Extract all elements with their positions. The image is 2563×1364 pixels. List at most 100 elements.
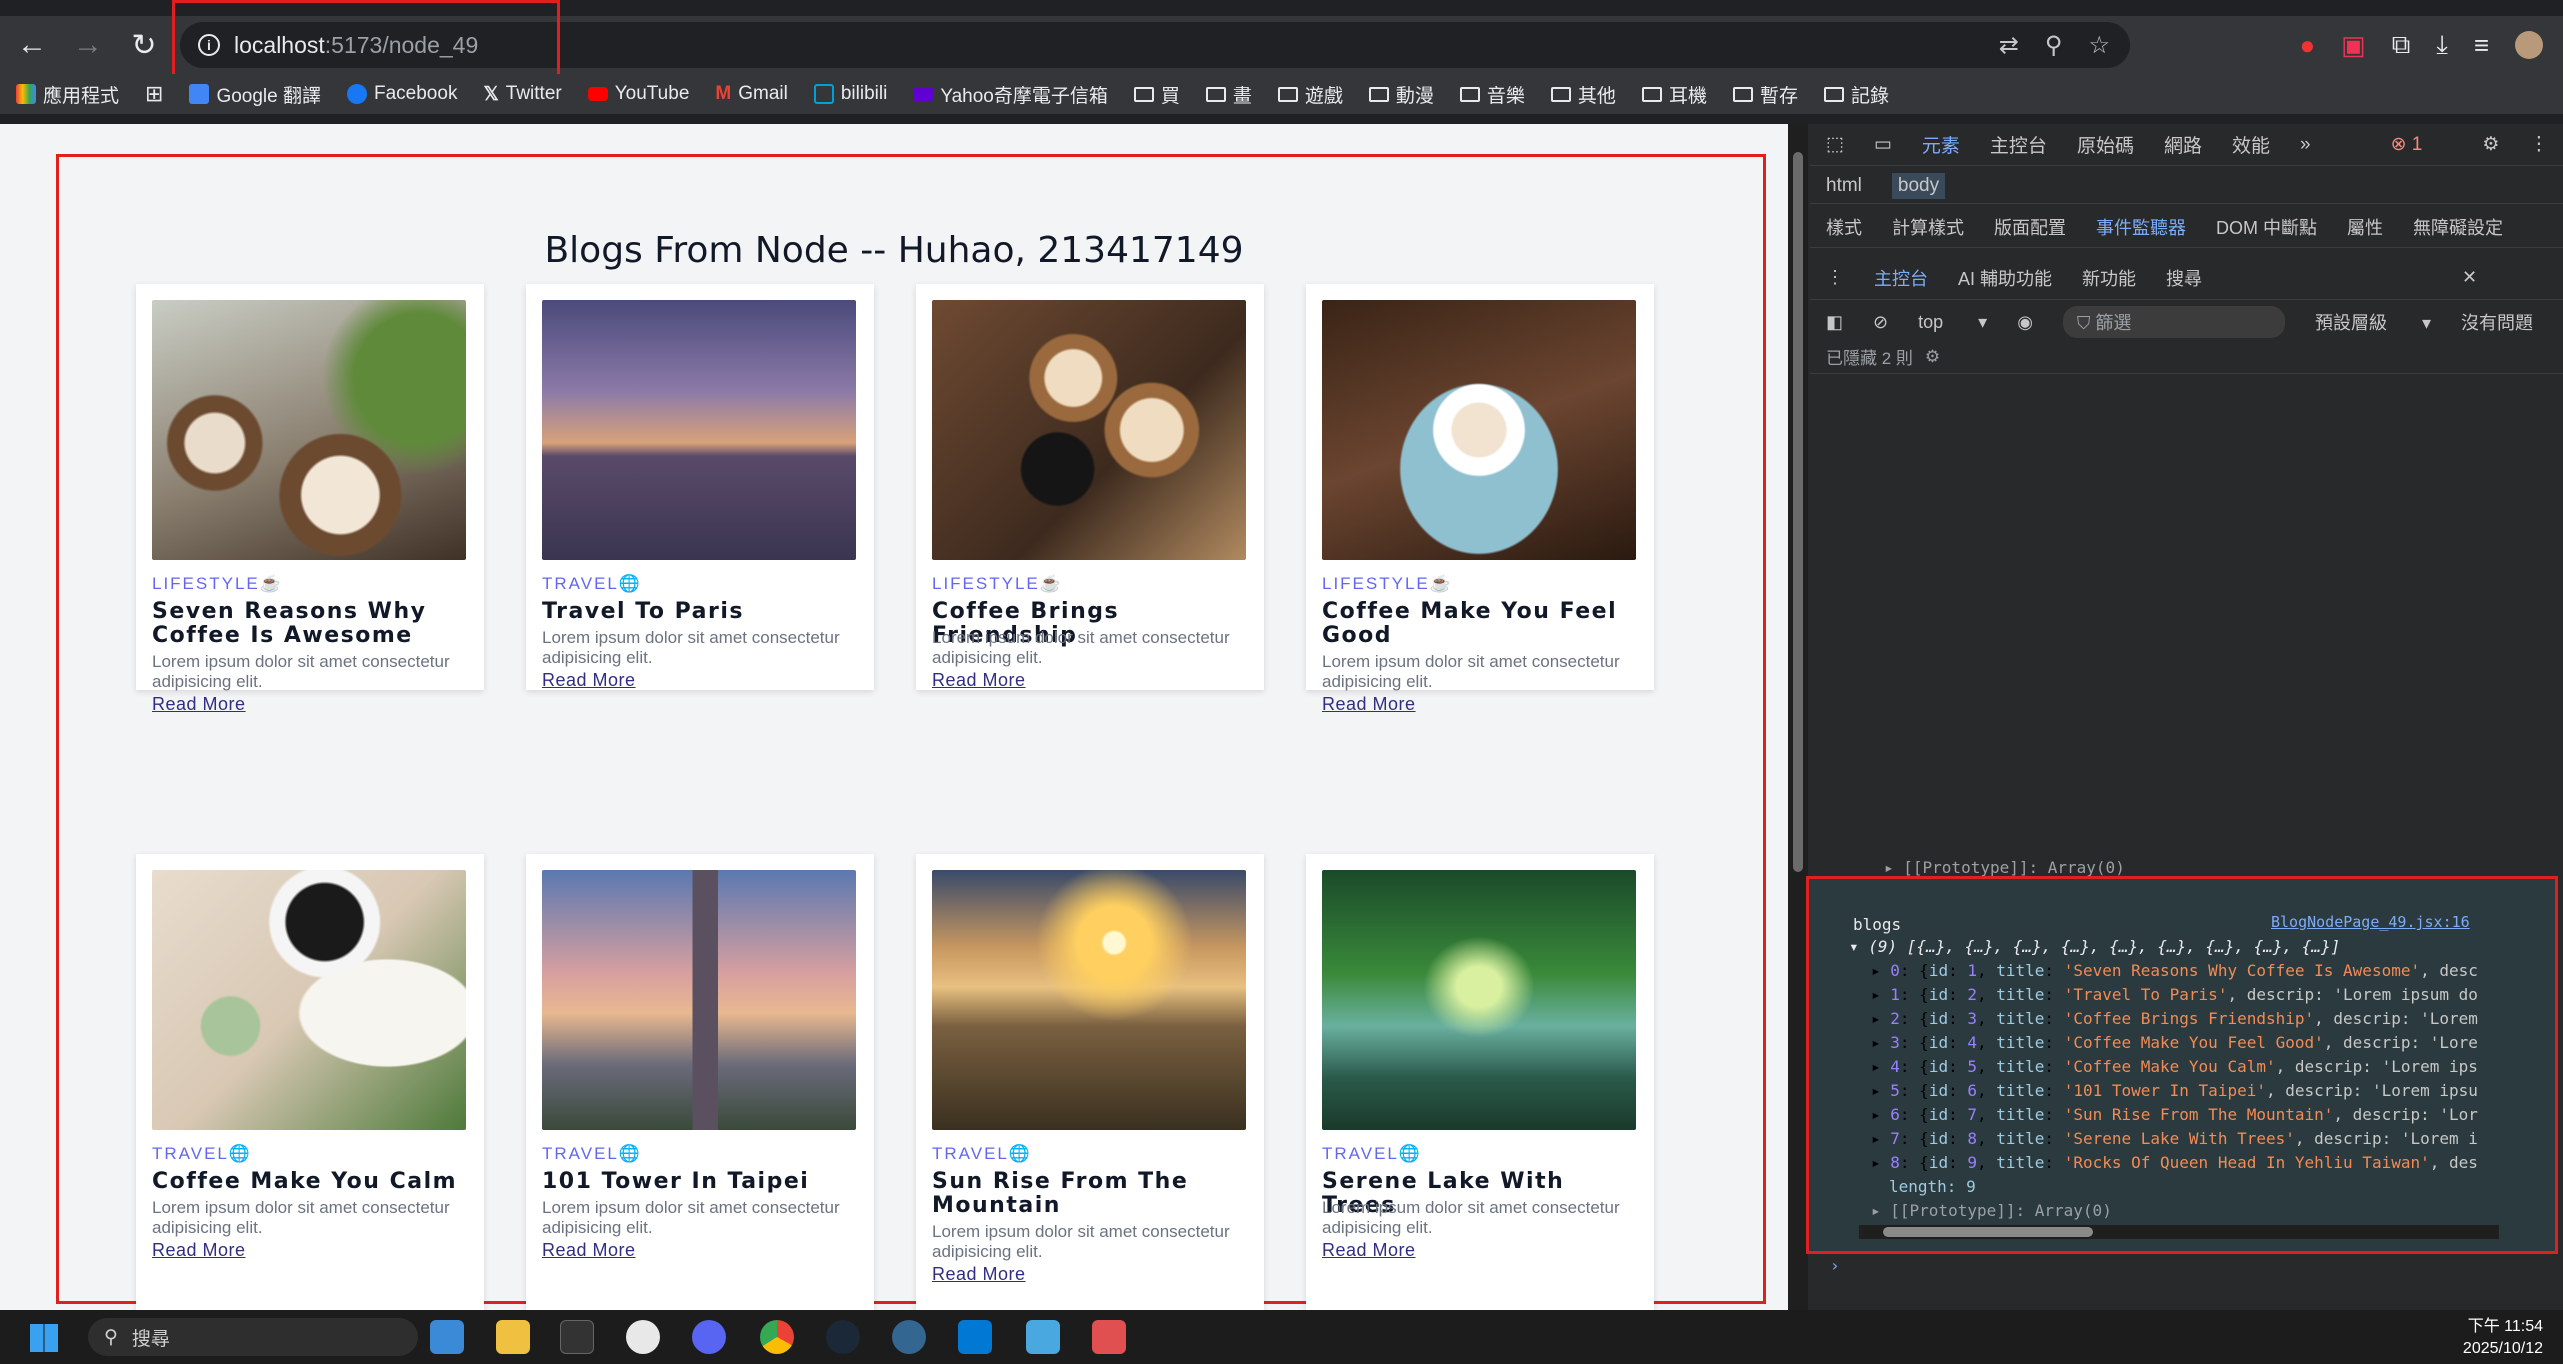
read-more-link[interactable]: Read More xyxy=(1322,1240,1416,1261)
context-selector[interactable]: top ▾ xyxy=(1918,312,1987,333)
tab-network[interactable]: 網路 xyxy=(2164,131,2202,158)
sidebar-toggle-icon[interactable]: ◧ xyxy=(1826,312,1843,333)
system-clock[interactable]: 下午 11:54 2025/10/12 xyxy=(2463,1316,2543,1360)
subtab-dom-breakpoints[interactable]: DOM 中斷點 xyxy=(2216,214,2317,240)
bookmark-star-icon[interactable]: ☆ xyxy=(2088,31,2110,60)
tab-performance[interactable]: 效能 xyxy=(2232,131,2270,158)
log-source-link[interactable]: BlogNodePage_49.jsx:16 xyxy=(2271,913,2470,931)
bookmark-gmail[interactable]: M Gmail xyxy=(715,83,787,105)
more-menu-icon[interactable]: ⋮ xyxy=(2529,133,2548,156)
reload-icon[interactable]: ↻ xyxy=(120,21,168,69)
tab-elements[interactable]: 元素 xyxy=(1922,131,1960,158)
vscode-icon[interactable] xyxy=(958,1320,992,1354)
photos-app-icon[interactable] xyxy=(430,1320,464,1354)
fox-app-icon[interactable] xyxy=(626,1320,660,1354)
snipping-tool-icon[interactable] xyxy=(1092,1320,1126,1354)
translate-icon[interactable]: ⇄ xyxy=(1999,31,2019,60)
media-control-icon[interactable]: ≡ xyxy=(2474,30,2489,61)
log-array-summary[interactable]: ▾ (9) [{…}, {…}, {…}, {…}, {…}, {…}, {…}… xyxy=(1849,937,2340,956)
zoom-icon[interactable]: ⚲ xyxy=(2045,31,2063,60)
postgres-icon[interactable] xyxy=(892,1320,926,1354)
log-item[interactable]: ▸ 6: {id: 7, title: 'Sun Rise From The M… xyxy=(1871,1105,2478,1124)
read-more-link[interactable]: Read More xyxy=(542,670,636,691)
notepad-icon[interactable] xyxy=(1026,1320,1060,1354)
prototype-line[interactable]: ▸ [[Prototype]]: Array(0) xyxy=(1884,858,2125,877)
inspect-icon[interactable]: ⬚ xyxy=(1826,133,1844,156)
bookmark-folder-records[interactable]: 記錄 xyxy=(1823,81,1889,108)
log-item[interactable]: ▸ 1: {id: 2, title: 'Travel To Paris', d… xyxy=(1871,985,2478,1004)
log-item[interactable]: ▸ 4: {id: 5, title: 'Coffee Make You Cal… xyxy=(1871,1057,2478,1076)
issues-count[interactable]: 沒有問題 xyxy=(2461,309,2533,335)
bookmark-twitter[interactable]: 𝕏 Twitter xyxy=(483,83,561,106)
bookmark-bilibili[interactable]: bilibili xyxy=(813,83,887,105)
bookmark-yahoo-mail[interactable]: Yahoo奇摩電子信箱 xyxy=(913,81,1108,108)
read-more-link[interactable]: Read More xyxy=(1322,694,1416,715)
bookmark-folder-earphones[interactable]: 耳機 xyxy=(1641,81,1707,108)
eye-icon[interactable]: ◉ xyxy=(2017,312,2033,333)
forward-icon[interactable]: → xyxy=(64,21,112,69)
tab-sources[interactable]: 原始碼 xyxy=(2077,131,2134,158)
read-more-link[interactable]: Read More xyxy=(542,1240,636,1261)
extension-red-icon[interactable]: ● xyxy=(2299,30,2315,61)
bookmark-youtube[interactable]: YouTube xyxy=(587,83,689,105)
log-horizontal-scrollbar[interactable] xyxy=(1859,1225,2499,1239)
subtab-computed[interactable]: 計算樣式 xyxy=(1892,214,1964,240)
bookmark-folder-music[interactable]: 音樂 xyxy=(1459,81,1525,108)
chrome-icon[interactable] xyxy=(760,1320,794,1354)
download-icon[interactable]: ⤓ xyxy=(2436,29,2448,61)
bookmark-folder-anime[interactable]: 動漫 xyxy=(1368,81,1434,108)
log-item[interactable]: ▸ 8: {id: 9, title: 'Rocks Of Queen Head… xyxy=(1871,1153,2478,1172)
log-prototype[interactable]: ▸ [[Prototype]]: Array(0) xyxy=(1871,1201,2112,1220)
error-badge[interactable]: ⊗ 1 xyxy=(2391,133,2453,156)
read-more-link[interactable]: Read More xyxy=(152,1240,246,1261)
scrollbar-thumb[interactable] xyxy=(1883,1227,2093,1237)
breadcrumb-body[interactable]: body xyxy=(1891,172,1946,199)
read-more-link[interactable]: Read More xyxy=(152,694,246,715)
bookmark-folder-other[interactable]: 其他 xyxy=(1550,81,1616,108)
drawer-menu-icon[interactable]: ⋮ xyxy=(1826,267,1844,288)
discord-icon[interactable] xyxy=(692,1320,726,1354)
drawer-tab-console[interactable]: 主控台 xyxy=(1874,265,1928,291)
subtab-layout[interactable]: 版面配置 xyxy=(1994,214,2066,240)
steam-icon[interactable] xyxy=(826,1320,860,1354)
bookmark-facebook[interactable]: Facebook xyxy=(347,83,457,105)
console-prompt[interactable]: › xyxy=(1830,1256,1840,1275)
bookmark-folder-temp[interactable]: 暫存 xyxy=(1732,81,1798,108)
bookmark-folder-games[interactable]: 遊戲 xyxy=(1277,81,1343,108)
log-item[interactable]: ▸ 2: {id: 3, title: 'Coffee Brings Frien… xyxy=(1871,1009,2478,1028)
breadcrumb-html[interactable]: html xyxy=(1826,175,1862,197)
settings-gear-icon[interactable]: ⚙ xyxy=(2482,133,2499,156)
drawer-tab-whats-new[interactable]: 新功能 xyxy=(2082,265,2136,291)
read-more-link[interactable]: Read More xyxy=(932,670,1026,691)
page-scrollbar[interactable] xyxy=(1788,124,1808,1310)
bookmark-tab-groups[interactable]: ⊞ xyxy=(145,81,163,107)
profile-avatar[interactable] xyxy=(2515,31,2543,59)
back-icon[interactable]: ← xyxy=(8,21,56,69)
log-item[interactable]: ▸ 7: {id: 8, title: 'Serene Lake With Tr… xyxy=(1871,1129,2478,1148)
clear-console-icon[interactable]: ⊘ xyxy=(1873,312,1888,333)
subtab-styles[interactable]: 樣式 xyxy=(1826,214,1862,240)
file-explorer-icon[interactable] xyxy=(496,1320,530,1354)
log-item[interactable]: ▸ 3: {id: 4, title: 'Coffee Make You Fee… xyxy=(1871,1033,2478,1052)
log-levels-dropdown[interactable]: 預設層級 ▾ xyxy=(2315,309,2431,335)
bookmark-folder-draw[interactable]: 畫 xyxy=(1205,81,1252,108)
console-settings-gear-icon[interactable]: ⚙ xyxy=(1925,347,1940,367)
read-more-link[interactable]: Read More xyxy=(932,1264,1026,1285)
terminal-icon[interactable] xyxy=(560,1320,594,1354)
device-toggle-icon[interactable]: ▭ xyxy=(1874,133,1892,156)
log-item[interactable]: ▸ 0: {id: 1, title: 'Seven Reasons Why C… xyxy=(1871,961,2478,980)
start-button-icon[interactable] xyxy=(30,1324,58,1352)
log-item[interactable]: ▸ 5: {id: 6, title: '101 Tower In Taipei… xyxy=(1871,1081,2478,1100)
bookmark-folder-buy[interactable]: 買 xyxy=(1133,81,1180,108)
filter-input[interactable]: ⛉ 篩選 xyxy=(2062,306,2285,338)
subtab-properties[interactable]: 屬性 xyxy=(2347,214,2383,240)
subtab-accessibility[interactable]: 無障礙設定 xyxy=(2413,214,2503,240)
extension-bili-icon[interactable]: ▣ xyxy=(2341,30,2366,61)
subtab-event-listeners[interactable]: 事件監聽器 xyxy=(2096,214,2186,240)
more-tabs-icon[interactable]: » xyxy=(2300,134,2311,156)
drawer-tab-ai[interactable]: AI 輔助功能 xyxy=(1958,265,2052,291)
drawer-tab-search[interactable]: 搜尋 xyxy=(2166,265,2202,291)
bookmark-apps[interactable]: 應用程式 xyxy=(16,81,119,108)
bookmark-google-translate[interactable]: Google 翻譯 xyxy=(189,81,321,108)
tab-console[interactable]: 主控台 xyxy=(1990,131,2047,158)
